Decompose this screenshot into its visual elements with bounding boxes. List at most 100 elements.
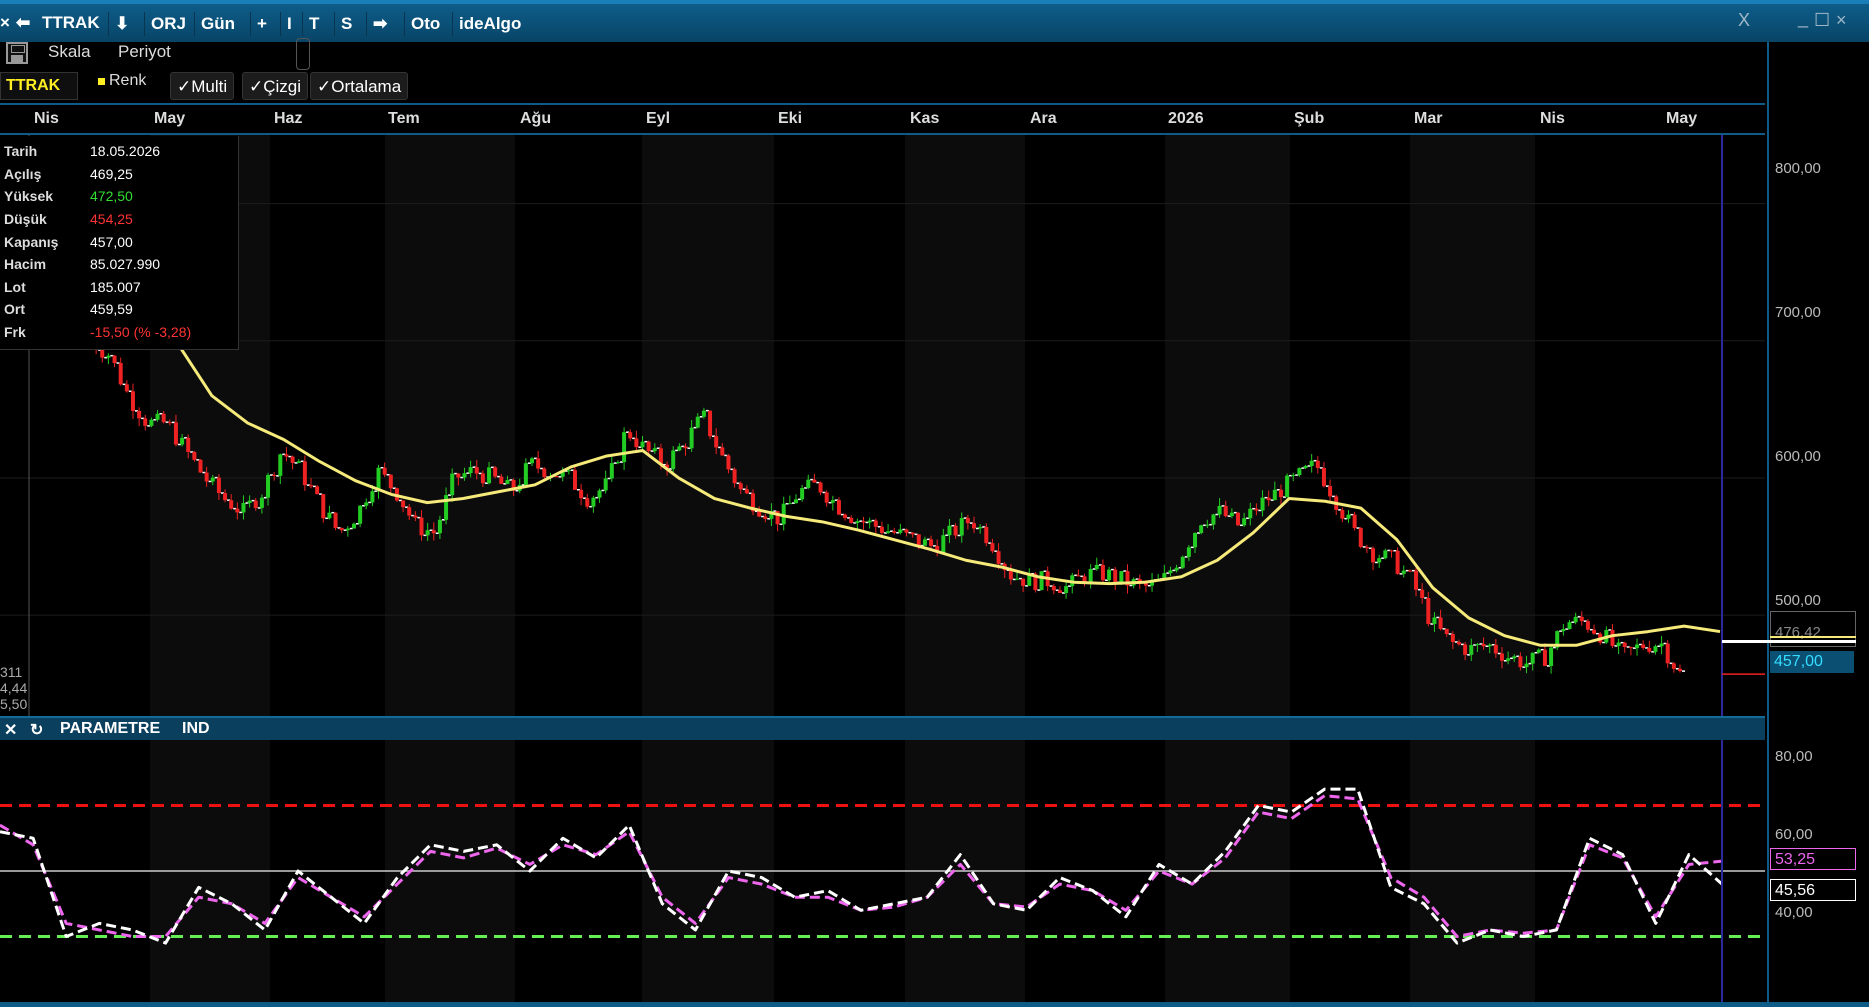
candle-body xyxy=(210,477,215,482)
periyot-dropdown[interactable] xyxy=(296,38,310,70)
candle-body xyxy=(1064,586,1069,593)
candle-body xyxy=(1530,652,1535,664)
candle-body xyxy=(1481,643,1486,647)
candle-body xyxy=(1579,616,1584,622)
candle-body xyxy=(1223,505,1228,517)
candle-body xyxy=(1616,642,1621,646)
back-arrow-icon[interactable]: ⬅ xyxy=(16,13,30,33)
cizgi-toggle[interactable]: ✓Çizgi xyxy=(242,72,309,100)
candle-body xyxy=(1389,550,1394,552)
candle-body xyxy=(947,525,952,536)
refresh-icon[interactable]: ↻ xyxy=(30,720,43,740)
price-tick-label: 800,00 xyxy=(1775,160,1821,177)
candle-body xyxy=(836,500,841,515)
candle-body xyxy=(824,492,829,503)
add-button[interactable]: + xyxy=(250,12,273,36)
candle-body xyxy=(1328,486,1333,497)
renk-button[interactable]: Renk xyxy=(98,72,146,98)
candle-body xyxy=(259,497,264,508)
candle-body xyxy=(1444,628,1449,635)
parametre-button[interactable]: PARAMETRE xyxy=(60,720,160,738)
oscillator-chart[interactable] xyxy=(0,740,1769,1002)
idealgo-button[interactable]: ideAlgo xyxy=(452,12,527,36)
t-button[interactable]: T xyxy=(302,12,325,36)
multi-toggle[interactable]: ✓Multi xyxy=(170,72,235,100)
side-value: 5,50 xyxy=(0,696,28,712)
info-key: Ort xyxy=(4,301,25,317)
candle-body xyxy=(929,539,934,546)
candle-body xyxy=(1641,644,1646,648)
candle-body xyxy=(1199,525,1204,534)
candle-body xyxy=(143,418,148,426)
close-icon[interactable]: × xyxy=(0,13,10,33)
candle-body xyxy=(309,485,314,487)
candle-body xyxy=(493,467,498,477)
month-band xyxy=(385,135,515,718)
candle-body xyxy=(1303,465,1308,469)
candle-body xyxy=(1051,586,1056,591)
ortalama-toggle[interactable]: ✓Ortalama xyxy=(310,72,409,100)
oscillator-chart-area[interactable] xyxy=(0,740,1769,1002)
candle-body xyxy=(1414,570,1419,590)
candle-body xyxy=(431,530,436,534)
info-key: Açılış xyxy=(4,166,42,182)
periyot-button[interactable]: Periyot xyxy=(118,42,171,62)
candle-body xyxy=(1401,570,1406,574)
i-button[interactable]: I xyxy=(280,12,298,36)
candle-body xyxy=(1383,550,1388,559)
axis-marker-line xyxy=(1722,640,1856,643)
candle-body xyxy=(1463,644,1468,655)
candle-body xyxy=(401,500,406,508)
candle-body xyxy=(173,422,178,445)
window-maximize-icon[interactable]: ☐ xyxy=(1814,10,1830,31)
candle-body xyxy=(1364,546,1369,549)
bottom-border xyxy=(0,1002,1869,1007)
candle-body xyxy=(358,505,363,524)
orj-button[interactable]: ORJ xyxy=(144,12,192,36)
window-minimize-icon[interactable]: _ xyxy=(1798,8,1808,29)
period-gun-button[interactable]: Gün xyxy=(194,12,241,36)
candle-body xyxy=(671,450,676,469)
candle-body xyxy=(984,526,989,544)
info-key: Düşük xyxy=(4,211,47,227)
candle-body xyxy=(566,470,571,472)
candle-body xyxy=(487,467,492,484)
save-icon[interactable] xyxy=(6,42,28,64)
candle-body xyxy=(701,410,706,417)
ind-button[interactable]: IND xyxy=(182,720,210,738)
candle-body xyxy=(542,468,547,478)
candle-body xyxy=(302,461,307,486)
candle-body xyxy=(1266,497,1271,501)
info-value: 459,59 xyxy=(90,301,133,317)
candle-body xyxy=(898,529,903,533)
symbol-legend[interactable]: TTRAK xyxy=(0,72,78,100)
candle-body xyxy=(1119,571,1124,583)
candle-body xyxy=(1469,644,1474,655)
s-button[interactable]: S xyxy=(334,12,358,36)
side-value: 4,44 xyxy=(0,680,28,696)
symbol-label[interactable]: TTRAK xyxy=(42,13,100,33)
candle-body xyxy=(677,446,682,451)
month-label: Nis xyxy=(1540,110,1565,127)
candle-body xyxy=(609,463,614,479)
info-key: Kapanış xyxy=(4,234,59,250)
candle-body xyxy=(1371,548,1376,563)
close-panel-icon[interactable]: ✕ xyxy=(4,720,17,740)
info-key: Tarih xyxy=(4,143,38,159)
candle-body xyxy=(130,391,135,411)
download-arrow-button[interactable]: ⬇ xyxy=(108,12,135,36)
price-chart-area[interactable] xyxy=(0,135,1769,718)
candle-body xyxy=(1506,658,1511,661)
candle-body xyxy=(1340,509,1345,519)
oto-button[interactable]: Oto xyxy=(404,12,446,36)
window-close-x-icon[interactable]: X xyxy=(1738,10,1750,31)
skala-button[interactable]: Skala xyxy=(48,42,91,62)
candle-body xyxy=(787,503,792,505)
forward-arrow-button[interactable]: ➡ xyxy=(366,12,393,36)
indicator-panel-header: ✕ ↻ PARAMETRE IND xyxy=(0,716,1765,740)
candle-body xyxy=(793,499,798,504)
candle-body xyxy=(1653,646,1658,652)
candle-body xyxy=(1193,533,1198,548)
window-x-icon[interactable]: × xyxy=(1836,10,1847,31)
price-chart[interactable] xyxy=(0,135,1769,718)
